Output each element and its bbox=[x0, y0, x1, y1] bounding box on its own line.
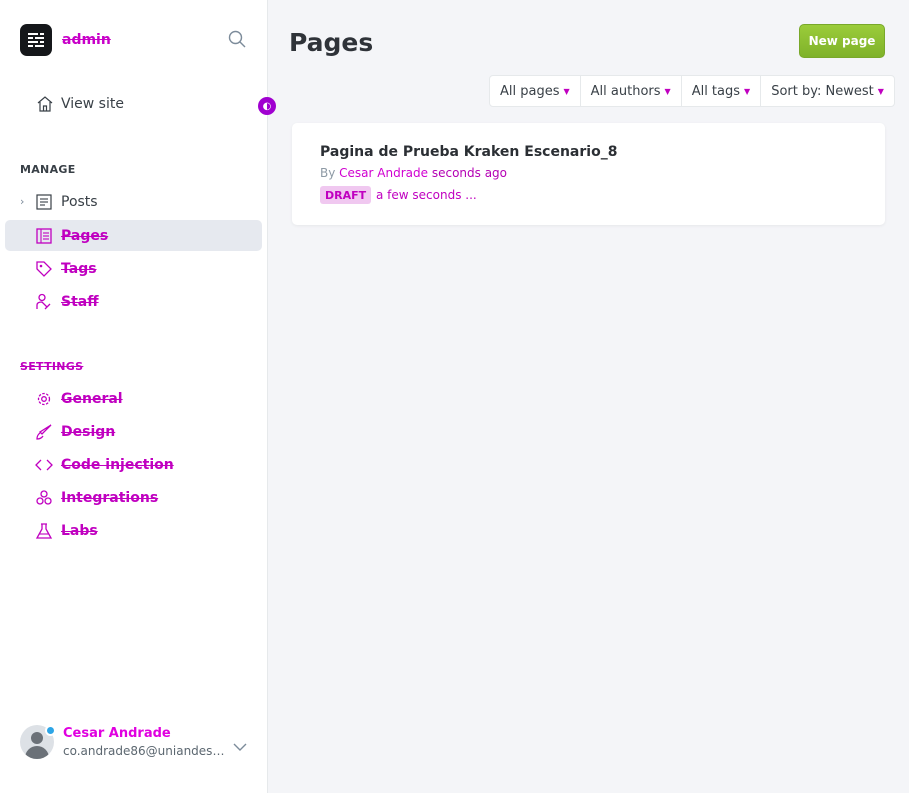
chevron-down-icon[interactable] bbox=[232, 738, 248, 751]
sidebar-item-design[interactable]: Design bbox=[5, 416, 262, 447]
gear-icon bbox=[37, 392, 51, 406]
view-site-label: View site bbox=[61, 96, 124, 112]
tag-icon bbox=[36, 261, 52, 277]
page-item-title[interactable]: Pagina de Prueba Kraken Escenario_8 bbox=[320, 144, 617, 160]
view-site-link[interactable]: View site bbox=[36, 95, 124, 113]
home-icon bbox=[37, 96, 53, 112]
settings-section-title: SETTINGS bbox=[20, 360, 84, 373]
sidebar-item-label: Integrations bbox=[61, 489, 159, 506]
chevron-right-icon[interactable]: › bbox=[20, 195, 24, 208]
manage-section-title: MANAGE bbox=[20, 163, 76, 176]
page-item-author: Cesar Andrade bbox=[339, 166, 429, 180]
sidebar-item-label: Staff bbox=[61, 293, 99, 310]
pages-icon bbox=[36, 228, 52, 244]
chevron-down-icon: ▼ bbox=[664, 86, 671, 96]
brand-name: admin bbox=[62, 32, 111, 48]
sidebar-item-label: Code injection bbox=[61, 456, 174, 473]
sidebar-item-integrations[interactable]: Integrations bbox=[5, 482, 262, 513]
sidebar-item-label: Tags bbox=[61, 260, 97, 277]
sidebar-item-label: General bbox=[61, 390, 123, 407]
sidebar-item-label: Posts bbox=[61, 193, 98, 210]
sidebar-item-labs[interactable]: Labs bbox=[5, 515, 262, 546]
sidebar-item-general[interactable]: General bbox=[5, 383, 262, 414]
posts-icon bbox=[36, 194, 52, 210]
main-content: Pages New page All pages ▼ All authors ▼ A… bbox=[268, 0, 909, 793]
filter-bar: All pages ▼ All authors ▼ All tags ▼ Sort b… bbox=[489, 75, 895, 107]
filter-author-dropdown[interactable]: All authors ▼ bbox=[581, 76, 682, 106]
sidebar-item-label: Pages bbox=[61, 227, 109, 244]
sidebar-item-staff[interactable]: Staff bbox=[5, 286, 262, 317]
sidebar-item-label: Design bbox=[61, 423, 116, 440]
user-name: Cesar Andrade bbox=[63, 726, 171, 741]
sidebar-item-pages[interactable]: Pages bbox=[5, 220, 262, 251]
sidebar-item-posts[interactable]: › Posts bbox=[5, 186, 262, 217]
page-item-ago: seconds ago bbox=[431, 166, 508, 180]
new-page-button[interactable]: New page bbox=[799, 24, 885, 58]
sidebar-item-label: Labs bbox=[61, 522, 98, 539]
integrations-icon bbox=[36, 490, 52, 505]
chevron-down-icon: ▼ bbox=[563, 86, 570, 96]
online-status-dot bbox=[45, 725, 56, 736]
brush-icon bbox=[36, 424, 52, 440]
flask-icon bbox=[35, 523, 53, 539]
sidebar-item-code-injection[interactable]: Code injection bbox=[5, 449, 262, 480]
sidebar: admin View site ◐ MANAGE › Posts Pages T… bbox=[0, 0, 276, 793]
brand-logo-icon bbox=[20, 24, 52, 56]
filter-type-dropdown[interactable]: All pages ▼ bbox=[490, 76, 581, 106]
brand[interactable]: admin bbox=[20, 24, 111, 56]
staff-icon bbox=[36, 293, 51, 310]
filter-tag-dropdown[interactable]: All tags ▼ bbox=[682, 76, 762, 106]
chevron-down-icon: ▼ bbox=[877, 86, 884, 96]
page-item-meta: By Cesar Andrade seconds ago bbox=[320, 166, 508, 180]
page-title: Pages bbox=[289, 28, 374, 57]
status-badge: DRAFT bbox=[320, 186, 372, 204]
list-item[interactable]: Pagina de Prueba Kraken Escenario_8 By C… bbox=[292, 123, 885, 225]
chevron-down-icon: ▼ bbox=[744, 86, 751, 96]
page-item-time: a few seconds ... bbox=[376, 188, 477, 202]
sort-dropdown[interactable]: Sort by: Newest ▼ bbox=[761, 76, 894, 106]
sidebar-item-tags[interactable]: Tags bbox=[5, 253, 262, 284]
user-email: co.andrade86@uniandes.edu.co bbox=[63, 744, 225, 758]
code-icon bbox=[35, 459, 53, 471]
search-icon[interactable] bbox=[228, 30, 248, 50]
